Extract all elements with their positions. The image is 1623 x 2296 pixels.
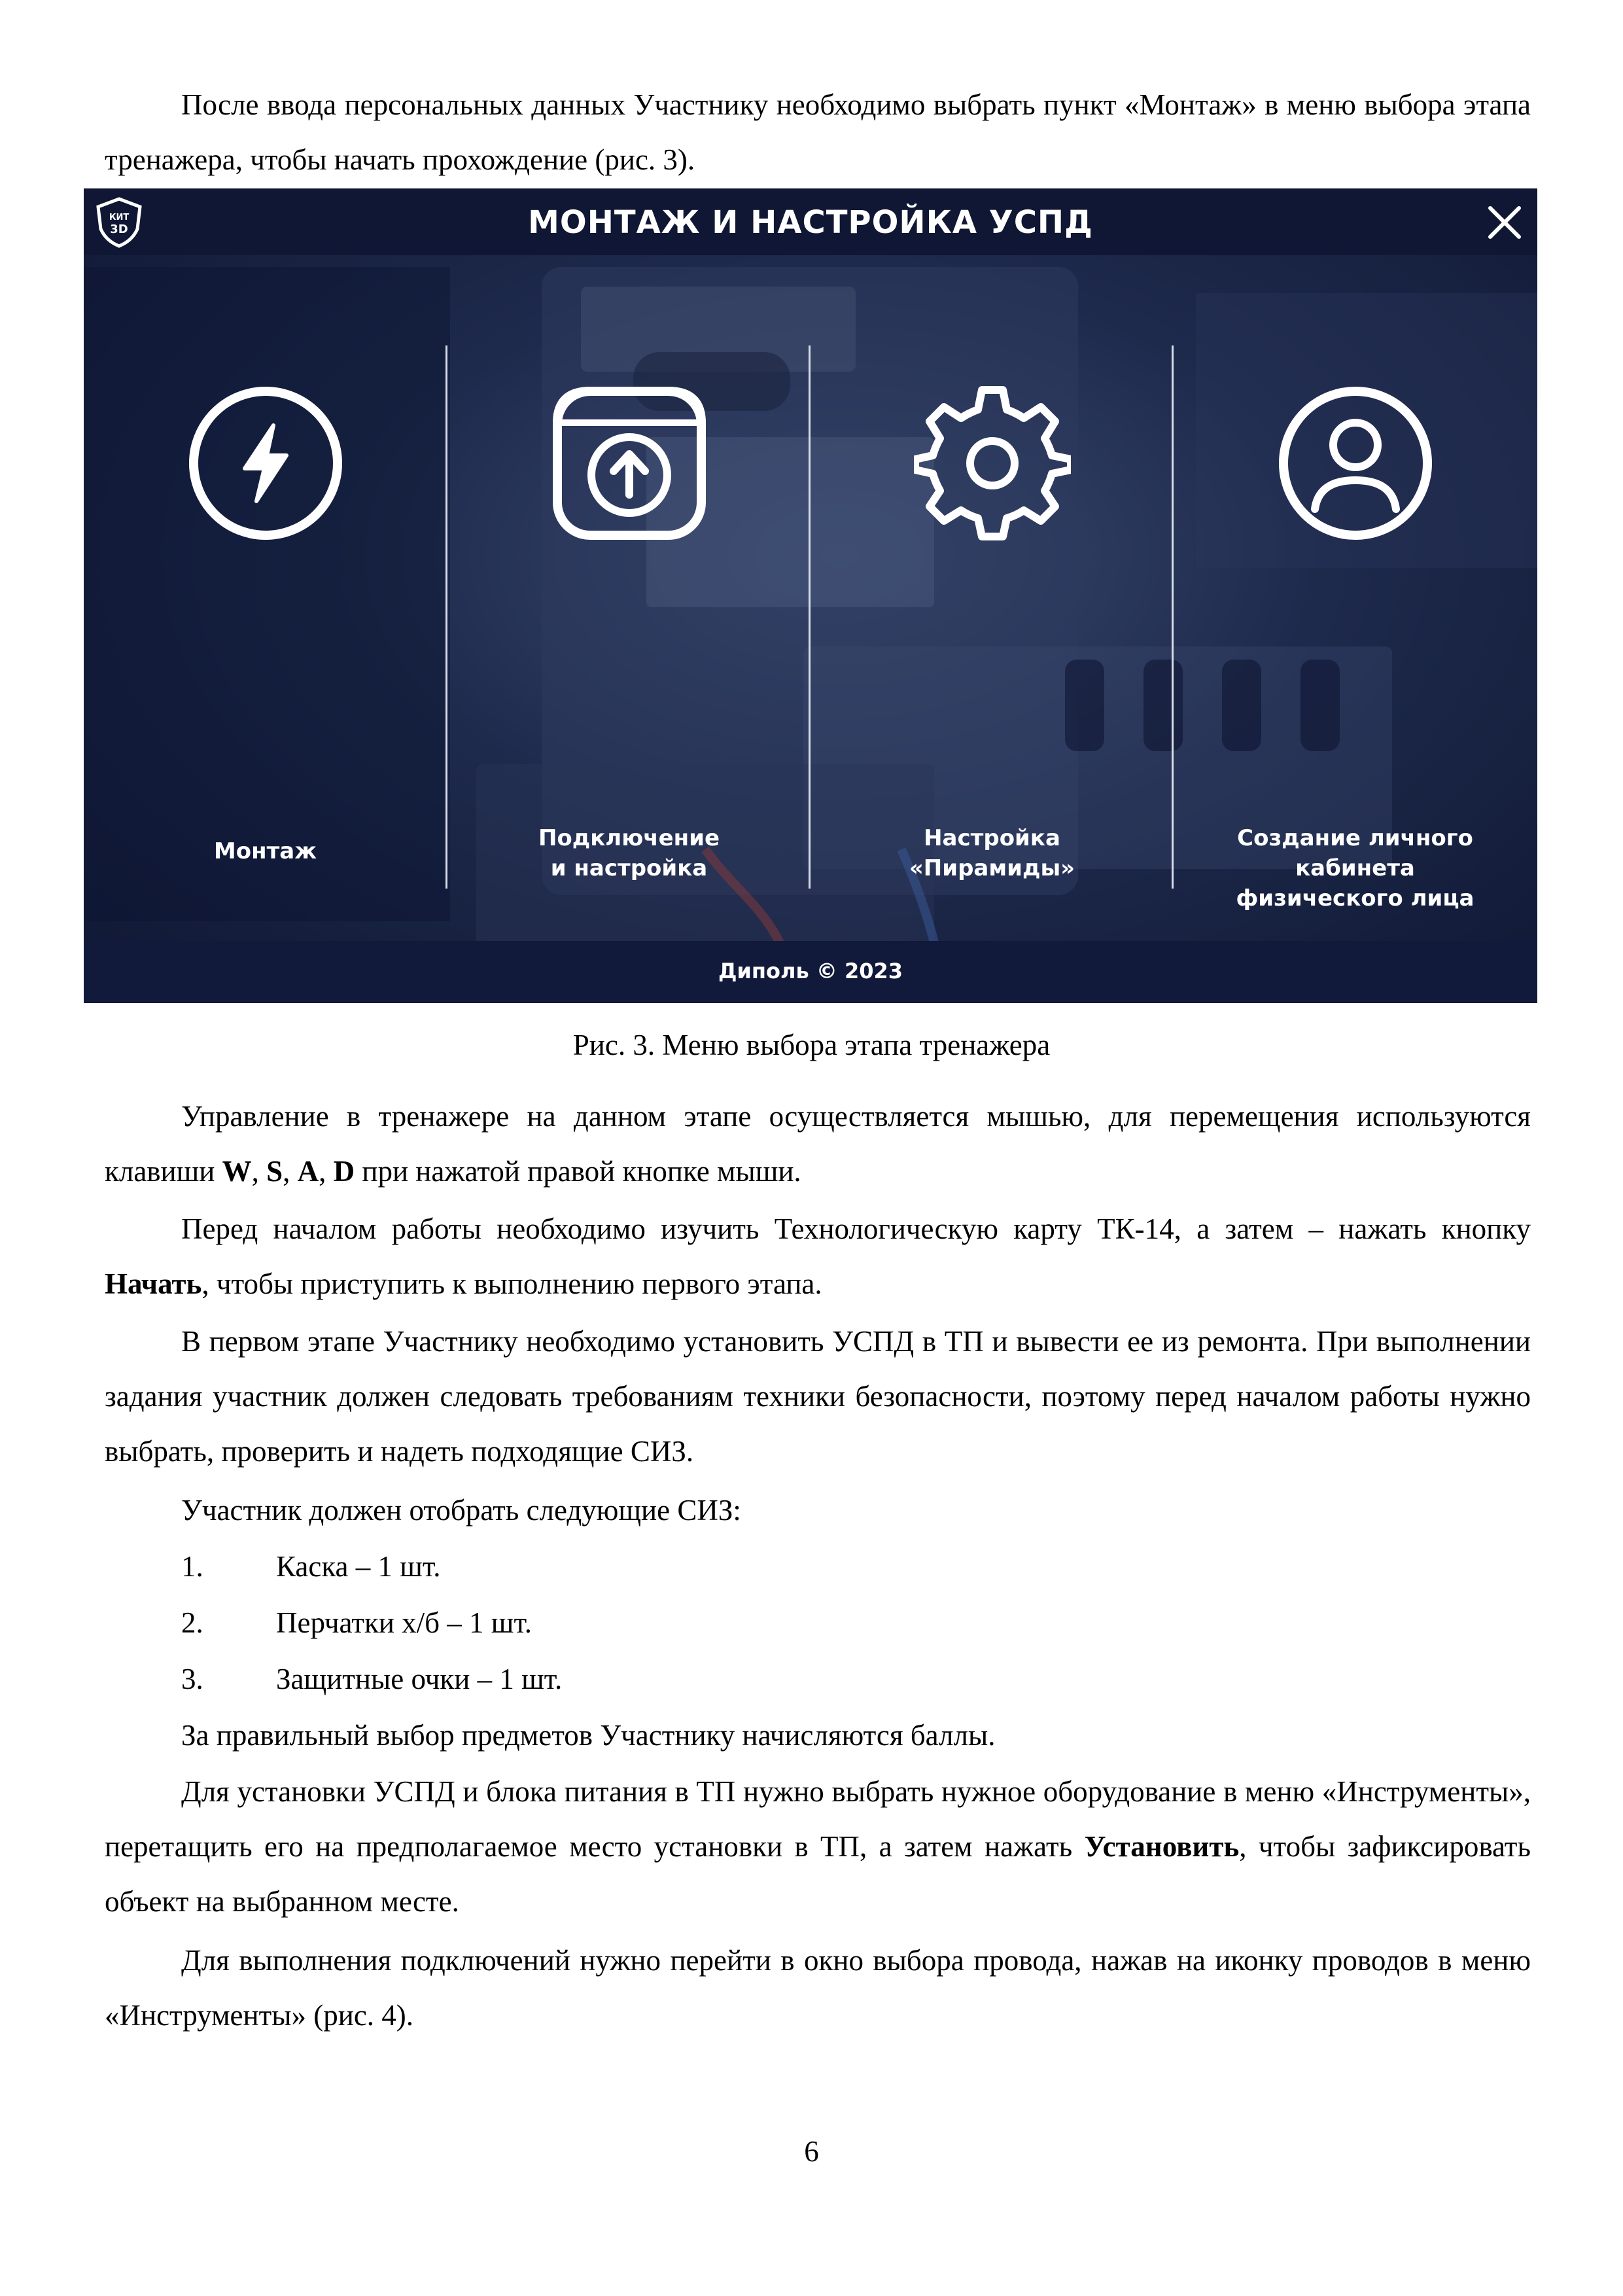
- list-item: 1. Каска – 1 шт.: [181, 1550, 441, 1583]
- menu-item-label: Настройка «Пирамиды»: [909, 825, 1075, 881]
- paragraph-points: За правильный выбор предметов Участнику …: [181, 1719, 996, 1752]
- paragraph-before-start: Перед началом работы необходимо изучить …: [105, 1212, 1531, 1300]
- menu-item-pyramid-settings[interactable]: Настройка «Пирамиды»: [811, 385, 1174, 889]
- paragraph-controls: Управление в тренажере на данном этапе о…: [105, 1100, 1531, 1188]
- lightning-icon: [188, 387, 342, 540]
- paragraph-intro: После ввода персональных данных Участник…: [105, 88, 1531, 176]
- menu-item-montage[interactable]: Монтаж: [84, 385, 447, 889]
- figure-window-title: МОНТАЖ И НАСТРОЙКА УСПД: [528, 204, 1093, 241]
- copyright-text: Диполь © 2023: [718, 959, 903, 983]
- upload-icon: [552, 387, 706, 540]
- menu-item-label: Подключение и настройка: [538, 825, 720, 881]
- close-icon[interactable]: [1484, 202, 1526, 243]
- figure-caption: Рис. 3. Меню выбора этапа тренажера: [572, 1029, 1051, 1061]
- list-item: 2. Перчатки х/б – 1 шт.: [181, 1606, 532, 1639]
- paragraph-first-stage: В первом этапе Участнику необходимо уста…: [105, 1325, 1531, 1468]
- menu-item-personal-account[interactable]: Создание личного кабинета физического ли…: [1174, 385, 1537, 911]
- paragraph-connections: Для выполнения подключений нужно перейти…: [105, 1944, 1531, 2032]
- paragraph-ppe-intro: Участник должен отобрать следующие СИЗ:: [181, 1494, 741, 1527]
- menu-item-connection[interactable]: Подключение и настройка: [447, 385, 811, 889]
- paragraph-install: Для установки УСПД и блока питания в ТП …: [105, 1775, 1531, 1918]
- user-icon: [1278, 387, 1432, 540]
- figure-menu-screenshot: КИТ 3D МОНТАЖ И НАСТРОЙКА УСПД Монтаж По…: [84, 188, 1537, 1003]
- menu-item-label: Монтаж: [213, 838, 317, 864]
- list-item: 3. Защитные очки – 1 шт.: [181, 1663, 563, 1695]
- page-number: 6: [804, 2135, 819, 2168]
- menu-item-label: Создание личного кабинета физического ли…: [1236, 825, 1475, 911]
- gear-icon: [913, 386, 1071, 540]
- document-page: После ввода персональных данных Участник…: [0, 0, 1623, 2296]
